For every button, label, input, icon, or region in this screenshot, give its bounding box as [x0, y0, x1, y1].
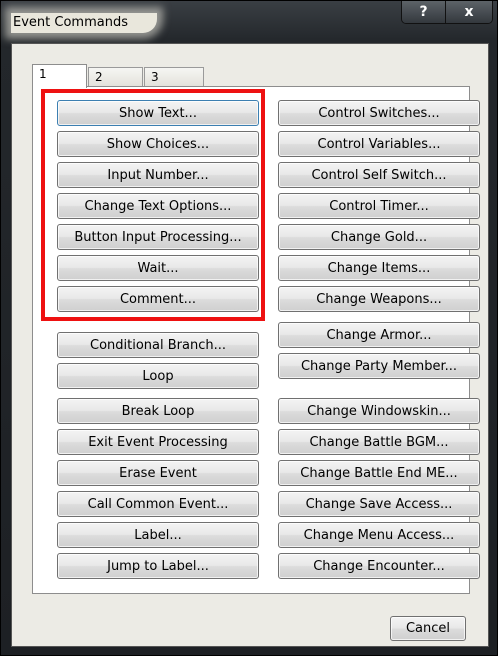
button-input-processing-button[interactable]: Button Input Processing...: [57, 224, 259, 250]
control-timer-button[interactable]: Control Timer...: [278, 193, 480, 219]
title-bar[interactable]: Event Commands ? x: [1, 1, 498, 41]
change-menu-access-button[interactable]: Change Menu Access...: [278, 522, 480, 548]
comment-button[interactable]: Comment...: [57, 286, 259, 312]
show-text-button[interactable]: Show Text...: [57, 100, 259, 126]
dialog-client-area: 1 2 3 Show Text... Show Choices... Input…: [11, 43, 489, 647]
tab-strip: 1 2 3: [32, 63, 205, 88]
change-windowskin-button[interactable]: Change Windowskin...: [278, 398, 480, 424]
label-button[interactable]: Label...: [57, 522, 259, 548]
control-self-switch-button[interactable]: Control Self Switch...: [278, 162, 480, 188]
show-choices-button[interactable]: Show Choices...: [57, 131, 259, 157]
erase-event-button[interactable]: Erase Event: [57, 460, 259, 486]
cancel-button[interactable]: Cancel: [390, 616, 466, 641]
change-save-access-button[interactable]: Change Save Access...: [278, 491, 480, 517]
jump-to-label-button[interactable]: Jump to Label...: [57, 553, 259, 579]
change-weapons-button[interactable]: Change Weapons...: [278, 286, 480, 312]
control-variables-button[interactable]: Control Variables...: [278, 131, 480, 157]
wait-button[interactable]: Wait...: [57, 255, 259, 281]
help-button[interactable]: ?: [402, 1, 446, 23]
close-button[interactable]: x: [446, 1, 492, 23]
window-title: Event Commands: [11, 13, 157, 33]
caption-buttons: ? x: [401, 1, 493, 24]
call-common-event-button[interactable]: Call Common Event...: [57, 491, 259, 517]
exit-event-processing-button[interactable]: Exit Event Processing: [57, 429, 259, 455]
change-battle-end-me-button[interactable]: Change Battle End ME...: [278, 460, 480, 486]
control-switches-button[interactable]: Control Switches...: [278, 100, 480, 126]
change-armor-button[interactable]: Change Armor...: [278, 322, 480, 348]
change-encounter-button[interactable]: Change Encounter...: [278, 553, 480, 579]
loop-button[interactable]: Loop: [57, 363, 259, 389]
input-number-button[interactable]: Input Number...: [57, 162, 259, 188]
change-text-options-button[interactable]: Change Text Options...: [57, 193, 259, 219]
change-battle-bgm-button[interactable]: Change Battle BGM...: [278, 429, 480, 455]
break-loop-button[interactable]: Break Loop: [57, 398, 259, 424]
tab-1[interactable]: 1: [32, 64, 87, 88]
tab-3[interactable]: 3: [144, 67, 204, 87]
conditional-branch-button[interactable]: Conditional Branch...: [57, 332, 259, 358]
change-gold-button[interactable]: Change Gold...: [278, 224, 480, 250]
tab-2[interactable]: 2: [88, 67, 143, 87]
change-items-button[interactable]: Change Items...: [278, 255, 480, 281]
event-commands-window: Event Commands ? x 1 2 3 Show Text... Sh…: [0, 0, 498, 656]
change-party-member-button[interactable]: Change Party Member...: [278, 353, 480, 379]
tab-panel-1: Show Text... Show Choices... Input Numbe…: [32, 86, 480, 594]
